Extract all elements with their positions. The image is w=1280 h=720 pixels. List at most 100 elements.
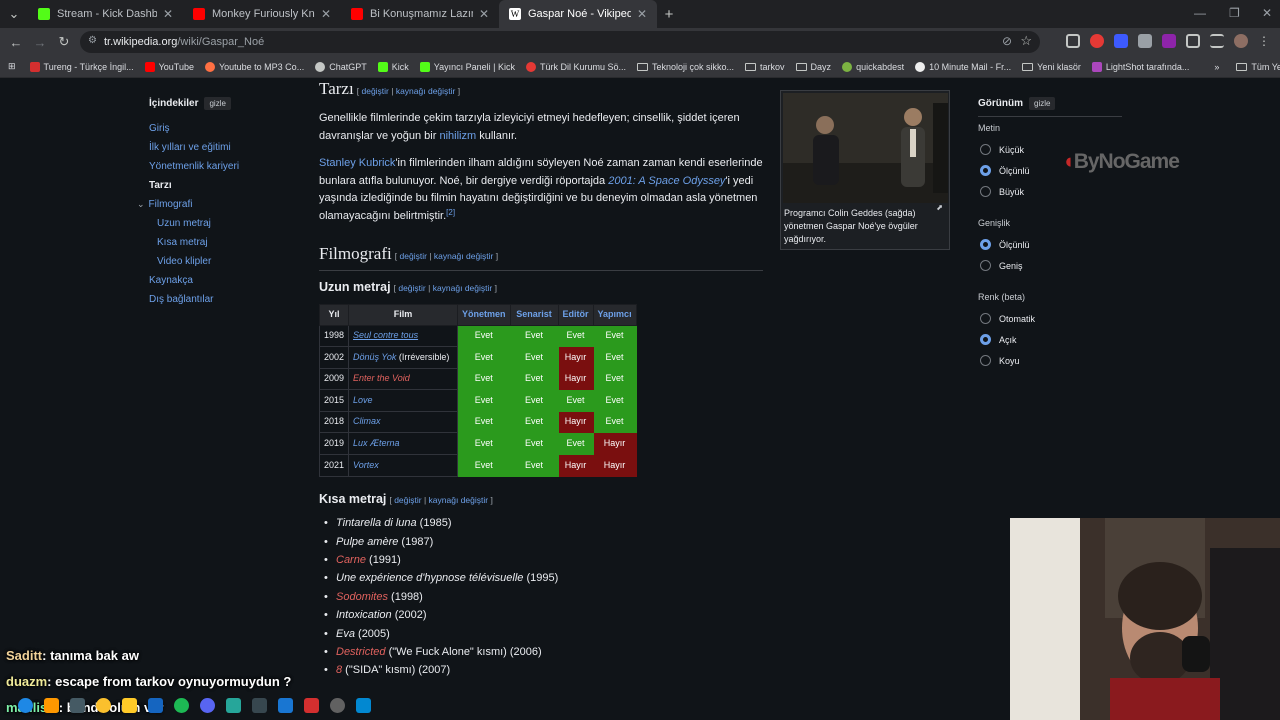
close-icon[interactable]: ✕ [479,7,489,21]
puzzle-icon[interactable] [1186,34,1200,48]
address-bar[interactable]: ⚙ tr.wikipedia.org/wiki/Gaspar_Noé ⊘ ☆ [80,31,1040,53]
eye-off-icon[interactable]: ⊘ [1002,34,1012,48]
bookmark-folder-yeni[interactable]: Yeni klasör [1022,62,1081,72]
edit-link[interactable]: değiştir [400,251,427,261]
film-link[interactable]: Lux Æterna [353,438,400,448]
app-icon[interactable] [18,697,33,713]
tab-youtube-konusma[interactable]: Bi Konuşmamız Lazım#3 ft. Ezg ✕ [341,0,499,28]
new-tab-icon[interactable]: + [657,6,681,23]
film-link[interactable]: Climax [353,416,381,426]
app-icon[interactable] [44,697,59,713]
steam-icon[interactable] [148,697,163,713]
bookmark-tureng[interactable]: Tureng - Türkçe İngil... [29,61,134,72]
app-icon[interactable] [226,697,241,713]
chrome-icon[interactable] [96,697,111,713]
tab-youtube-monkey[interactable]: Monkey Furiously Knocking At ✕ [183,0,341,28]
toc-hide-button[interactable]: gizle [204,97,231,110]
radio-button[interactable] [980,186,991,197]
short-film-link[interactable]: Sodomites [336,591,388,603]
radio-button[interactable] [980,260,991,271]
toc-item-uzun-metraj[interactable]: Uzun metraj [149,218,299,229]
toc-item-kaynakca[interactable]: Kaynakça [149,275,299,286]
extension-icon[interactable] [1066,34,1080,48]
short-film-link[interactable]: Carne [336,554,366,566]
radio-button[interactable] [980,334,991,345]
avatar[interactable] [1234,34,1248,48]
extension-icon[interactable] [1090,34,1104,48]
bookmark-tdk[interactable]: Türk Dil Kurumu Sö... [525,61,626,72]
edit-link[interactable]: değiştir [394,495,421,505]
bookmark-10minmail[interactable]: 10 Minute Mail - Fr... [915,61,1011,72]
bookmark-folder-teknoloji[interactable]: Teknoloji çok sikko... [636,62,734,72]
bookmark-kick[interactable]: Kick [377,61,409,72]
menu-icon[interactable]: ⋮ [1258,34,1270,48]
chevron-down-icon[interactable]: ⌄ [137,199,145,209]
reference-link[interactable]: [2] [446,208,455,217]
app-icon[interactable] [356,697,371,713]
edit-source-link[interactable]: kaynağı değiştir [434,251,494,261]
close-icon[interactable]: ✕ [163,7,173,21]
link-nihilizm[interactable]: nihilizm [439,130,476,142]
appearance-radio-option[interactable]: Otomatik [978,308,1128,329]
toc-item-yonetmenlik[interactable]: Yönetmenlik kariyeri [149,161,299,172]
tab-kick-dashboard[interactable]: Stream - Kick Dashboard ✕ [28,0,183,28]
back-icon[interactable]: ← [4,35,28,50]
toc-item-tarzi[interactable]: Tarzı [149,180,299,191]
article-photo[interactable] [783,93,948,203]
edit-source-link[interactable]: kaynağı değiştir [429,495,489,505]
appearance-radio-option[interactable]: Açık [978,329,1128,350]
site-info-icon[interactable]: ⚙ [88,35,97,46]
appearance-radio-option[interactable]: Büyük [978,181,1128,202]
radio-button[interactable] [980,165,991,176]
spotify-icon[interactable] [174,697,189,713]
edit-link[interactable]: değiştir [361,86,388,96]
toc-item-filmografi[interactable]: ⌄ Filmografi [137,199,299,210]
bookmark-all[interactable]: Tüm Yer İşaretleri [1236,62,1280,72]
radio-button[interactable] [980,144,991,155]
folder-icon[interactable] [122,697,137,713]
bookmark-youtube[interactable]: YouTube [144,61,194,72]
reload-icon[interactable]: ↻ [52,34,76,50]
radio-button[interactable] [980,239,991,250]
radio-button[interactable] [980,313,991,324]
minimize-icon[interactable]: — [1194,6,1206,20]
bookmark-folder-dayz[interactable]: Dayz [795,62,831,72]
app-icon[interactable] [70,697,85,713]
expand-icon[interactable]: ⬈ [936,203,943,212]
app-icon[interactable] [278,697,293,713]
discord-icon[interactable] [200,697,215,713]
reading-list-icon[interactable] [1210,34,1224,48]
maximize-icon[interactable]: ❐ [1229,6,1240,20]
film-link[interactable]: Enter the Void [353,373,410,383]
appearance-radio-option[interactable]: Koyu [978,350,1128,371]
radio-button[interactable] [980,355,991,366]
more-bookmarks-icon[interactable]: » [1214,62,1219,72]
film-link[interactable]: Vortex [353,460,379,470]
close-icon[interactable]: ✕ [321,7,331,21]
extension-icon[interactable] [1138,34,1152,48]
toc-item-kisa-metraj[interactable]: Kısa metraj [149,237,299,248]
tab-search-icon[interactable]: ⌄ [0,6,28,22]
bookmark-folder-tarkov[interactable]: tarkov [745,62,785,72]
extension-icon[interactable] [1114,34,1128,48]
film-link[interactable]: Love [353,395,373,405]
extension-icon[interactable] [1162,34,1176,48]
toc-item-video-klipler[interactable]: Video klipler [149,256,299,267]
bookmark-quickabdest[interactable]: quickabdest [842,61,904,72]
appearance-hide-button[interactable]: gizle [1029,97,1056,110]
forward-icon[interactable]: → [28,35,52,50]
film-link[interactable]: Dönüş Yok [353,352,396,362]
apps-icon[interactable]: ⊞ [8,61,16,72]
toc-item-giris[interactable]: Giriş [149,123,299,134]
tab-wikipedia[interactable]: W Gaspar Noé - Vikipedi ✕ [499,0,657,28]
bookmark-kick-panel[interactable]: Yayıncı Paneli | Kick [419,61,515,72]
bookmark-ytmp3[interactable]: Youtube to MP3 Co... [204,61,304,72]
toc-item-dis-baglantilar[interactable]: Dış bağlantılar [149,294,299,305]
edit-source-link[interactable]: kaynağı değiştir [396,86,456,96]
bookmark-lightshot[interactable]: LightShot tarafında... [1091,61,1189,72]
link-2001[interactable]: 2001: A Space Odyssey [608,175,725,187]
obs-icon[interactable] [330,697,345,713]
link-stanley-kubrick[interactable]: Stanley Kubrick [319,157,395,169]
close-icon[interactable]: ✕ [637,7,647,21]
appearance-radio-option[interactable]: Ölçünlü [978,234,1128,255]
